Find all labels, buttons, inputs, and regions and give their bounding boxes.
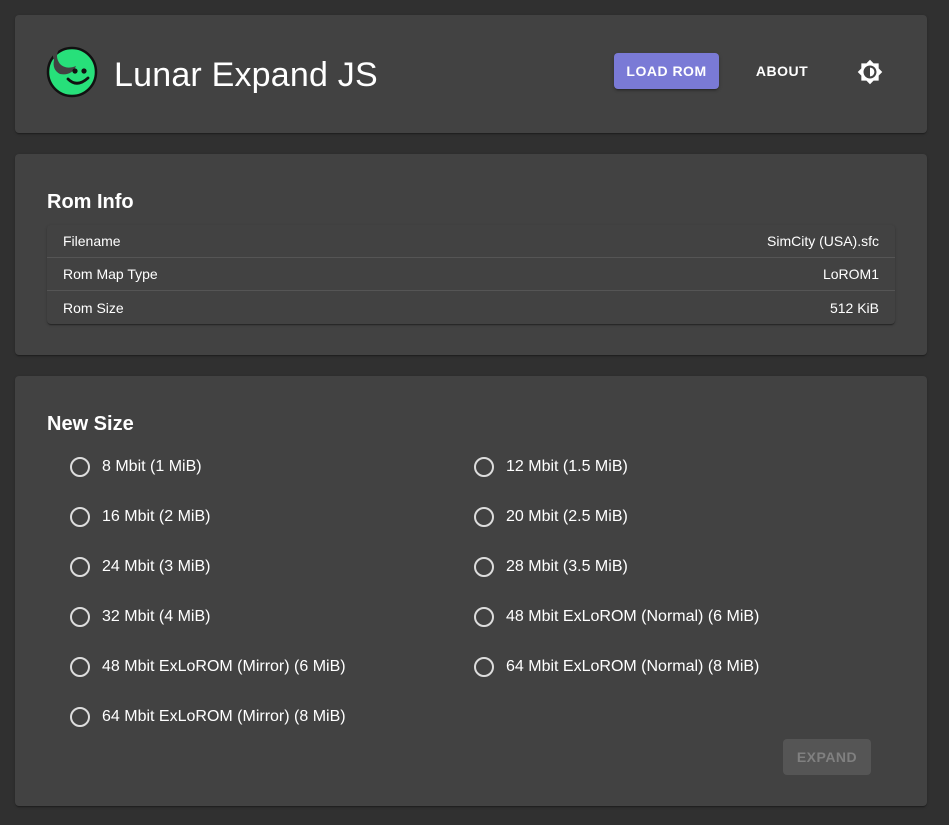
radio-option-64mbit-normal[interactable]: 64 Mbit ExLoROM (Normal) (8 MiB) xyxy=(474,652,759,682)
radio-label: 64 Mbit ExLoROM (Normal) (8 MiB) xyxy=(506,658,760,675)
radio-option-48mbit-normal[interactable]: 48 Mbit ExLoROM (Normal) (6 MiB) xyxy=(474,602,759,632)
app-title: Lunar Expand JS xyxy=(114,56,378,94)
radio-button[interactable] xyxy=(70,507,90,527)
radio-option-32mbit[interactable]: 32 Mbit (4 MiB) xyxy=(70,602,210,632)
radio-option-24mbit[interactable]: 24 Mbit (3 MiB) xyxy=(70,552,210,582)
row-label-rom-size: Rom Size xyxy=(63,299,124,316)
radio-button[interactable] xyxy=(70,657,90,677)
radio-label: 8 Mbit (1 MiB) xyxy=(102,458,202,475)
radio-option-8mbit[interactable]: 8 Mbit (1 MiB) xyxy=(70,452,202,482)
new-size-title: New Size xyxy=(47,413,134,435)
table-row: Rom Map Type LoROM1 xyxy=(47,258,895,291)
radio-label: 28 Mbit (3.5 MiB) xyxy=(506,558,628,575)
radio-label: 32 Mbit (4 MiB) xyxy=(102,608,211,625)
radio-label: 48 Mbit ExLoROM (Mirror) (6 MiB) xyxy=(102,658,346,675)
row-value-rom-size: 512 KiB xyxy=(829,299,879,316)
expand-button[interactable]: EXPAND xyxy=(783,739,871,775)
app-header: Lunar Expand JS LOAD ROM ABOUT xyxy=(15,15,927,133)
radio-option-48mbit-mirror[interactable]: 48 Mbit ExLoROM (Mirror) (6 MiB) xyxy=(70,652,346,682)
rom-info-title: Rom Info xyxy=(47,191,134,213)
radio-button[interactable] xyxy=(474,557,494,577)
radio-button[interactable] xyxy=(474,657,494,677)
radio-button[interactable] xyxy=(70,557,90,577)
radio-option-20mbit[interactable]: 20 Mbit (2.5 MiB) xyxy=(474,502,628,532)
row-label-map-type: Rom Map Type xyxy=(63,266,158,282)
radio-option-16mbit[interactable]: 16 Mbit (2 MiB) xyxy=(70,502,210,532)
brightness-icon xyxy=(857,59,883,85)
radio-button[interactable] xyxy=(474,457,494,477)
radio-option-28mbit[interactable]: 28 Mbit (3.5 MiB) xyxy=(474,552,628,582)
radio-label: 64 Mbit ExLoROM (Mirror) (8 MiB) xyxy=(102,708,346,725)
load-rom-button[interactable]: LOAD ROM xyxy=(614,53,719,89)
radio-label: 48 Mbit ExLoROM (Normal) (6 MiB) xyxy=(506,608,760,625)
radio-button[interactable] xyxy=(70,607,90,627)
radio-label: 24 Mbit (3 MiB) xyxy=(102,558,211,575)
row-value-map-type: LoROM1 xyxy=(822,266,879,282)
radio-button[interactable] xyxy=(474,607,494,627)
radio-button[interactable] xyxy=(70,707,90,727)
table-row: Filename SimCity (USA).sfc xyxy=(47,225,895,258)
radio-option-12mbit[interactable]: 12 Mbit (1.5 MiB) xyxy=(474,452,628,482)
rom-info-table: Filename SimCity (USA).sfc Rom Map Type … xyxy=(47,225,895,324)
table-row: Rom Size 512 KiB xyxy=(47,291,895,324)
about-button[interactable]: ABOUT xyxy=(742,53,822,89)
radio-button[interactable] xyxy=(70,457,90,477)
rom-info-card: Rom Info Filename SimCity (USA).sfc Rom … xyxy=(15,154,927,355)
theme-toggle-button[interactable] xyxy=(853,55,887,89)
radio-option-64mbit-mirror[interactable]: 64 Mbit ExLoROM (Mirror) (8 MiB) xyxy=(70,702,346,732)
radio-button[interactable] xyxy=(474,507,494,527)
row-label-filename: Filename xyxy=(63,233,121,249)
radio-label: 20 Mbit (2.5 MiB) xyxy=(506,508,628,525)
row-value-filename: SimCity (USA).sfc xyxy=(767,233,879,249)
moon-logo-icon xyxy=(46,46,98,98)
radio-label: 16 Mbit (2 MiB) xyxy=(102,508,211,525)
radio-label: 12 Mbit (1.5 MiB) xyxy=(506,458,628,475)
new-size-card: New Size 8 Mbit (1 MiB) 12 Mbit (1.5 MiB… xyxy=(15,376,927,806)
